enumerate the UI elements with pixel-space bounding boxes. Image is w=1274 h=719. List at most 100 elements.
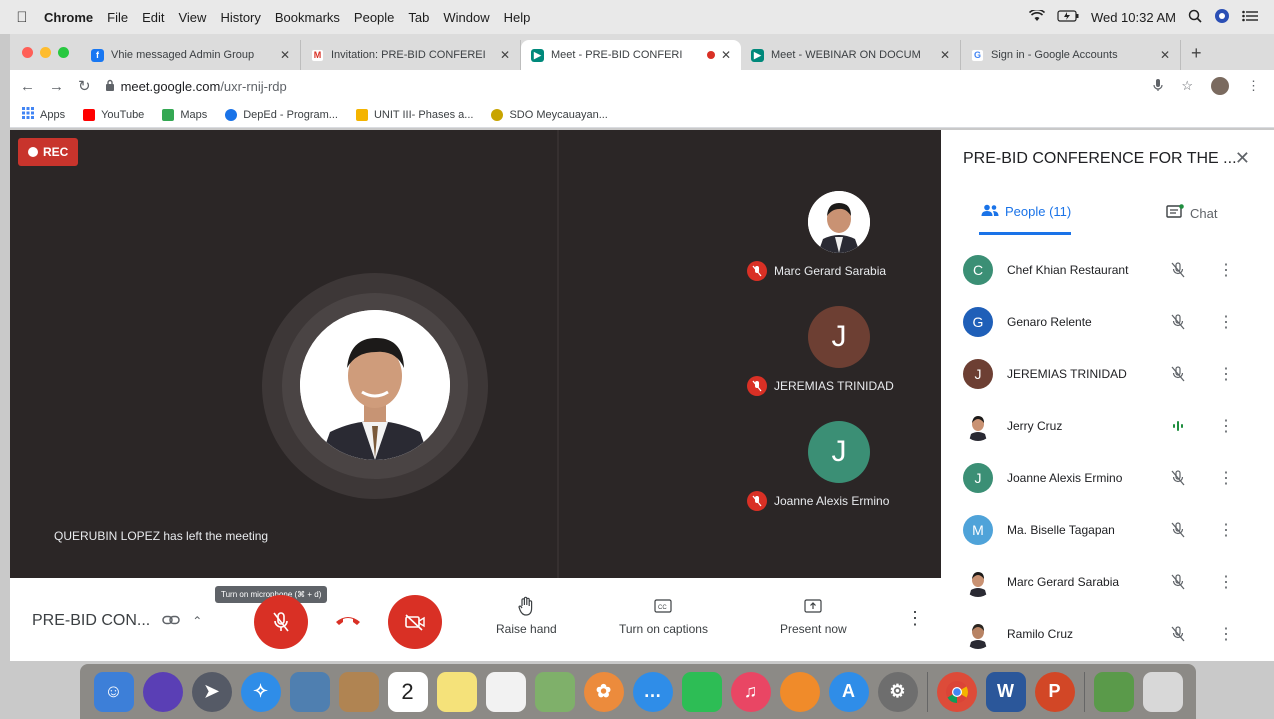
wifi-icon[interactable] xyxy=(1028,8,1045,25)
preview-icon[interactable] xyxy=(289,671,330,712)
raise-hand-button[interactable]: Raise hand xyxy=(496,596,557,636)
word-icon[interactable]: W xyxy=(985,671,1026,712)
notification-center-icon[interactable] xyxy=(1242,10,1258,25)
more-options-icon[interactable]: ⋮ xyxy=(906,608,924,629)
participant-row[interactable]: M Ma. Biselle Tagapan ⋮ xyxy=(963,510,1253,550)
bookmark-youtube[interactable]: YouTube xyxy=(83,108,144,121)
menu-tab[interactable]: Tab xyxy=(408,10,429,25)
close-window-button[interactable] xyxy=(22,47,33,58)
mic-off-icon[interactable] xyxy=(1168,260,1188,280)
mic-off-icon[interactable] xyxy=(1168,572,1188,592)
chrome-menu-icon[interactable]: ⋮ xyxy=(1247,78,1260,94)
captions-button[interactable]: CC Turn on captions xyxy=(619,596,708,636)
participant-tile-avatar[interactable] xyxy=(808,191,870,253)
new-tab-button[interactable]: + xyxy=(1181,43,1212,70)
launchpad-icon[interactable]: ➤ xyxy=(191,671,232,712)
finder-icon[interactable]: ☺ xyxy=(93,671,134,712)
menu-file[interactable]: File xyxy=(107,10,128,25)
back-arrow-icon[interactable]: ← xyxy=(20,78,35,95)
close-tab-icon[interactable]: ✕ xyxy=(280,48,290,62)
safari-icon[interactable]: ✧ xyxy=(240,671,281,712)
participant-more-icon[interactable]: ⋮ xyxy=(1218,520,1234,540)
messages-icon[interactable]: … xyxy=(632,671,673,712)
chrome-icon[interactable] xyxy=(936,671,977,712)
system-preferences-icon[interactable]: ⚙ xyxy=(877,671,918,712)
participant-tile-avatar[interactable]: J xyxy=(808,306,870,368)
reload-icon[interactable]: ↻ xyxy=(78,77,91,95)
active-speaker-photo[interactable] xyxy=(300,310,450,460)
minimize-window-button[interactable] xyxy=(40,47,51,58)
app-store-icon[interactable]: A xyxy=(828,671,869,712)
powerpoint-icon[interactable]: P xyxy=(1034,671,1075,712)
close-tab-icon[interactable]: ✕ xyxy=(940,48,950,62)
mic-off-icon[interactable] xyxy=(1168,624,1188,644)
menu-history[interactable]: History xyxy=(220,10,260,25)
tab-people[interactable]: People (11) xyxy=(981,204,1071,219)
participant-row[interactable]: J Joanne Alexis Ermino ⋮ xyxy=(963,458,1253,498)
participant-row[interactable]: J JEREMIAS TRINIDAD ⋮ xyxy=(963,354,1253,394)
close-panel-icon[interactable]: ✕ xyxy=(1235,148,1250,169)
notes-icon[interactable] xyxy=(436,671,477,712)
bookmark-star-icon[interactable]: ☆ xyxy=(1181,78,1193,94)
participant-more-icon[interactable]: ⋮ xyxy=(1218,572,1234,592)
bookmark-unit-iii[interactable]: UNIT III- Phases a... xyxy=(355,108,473,121)
browser-tab[interactable]: ▶ Meet - WEBINAR ON DOCUM ✕ xyxy=(741,40,961,70)
menu-view[interactable]: View xyxy=(178,10,206,25)
participant-more-icon[interactable]: ⋮ xyxy=(1218,364,1234,384)
calendar-icon[interactable]: 2 xyxy=(387,671,428,712)
profile-avatar[interactable] xyxy=(1211,77,1229,95)
mic-off-icon[interactable] xyxy=(1168,312,1188,332)
microphone-in-use-icon[interactable] xyxy=(1153,78,1163,95)
participant-row[interactable]: Marc Gerard Sarabia ⋮ xyxy=(963,562,1253,602)
participant-tile-avatar[interactable]: J xyxy=(808,421,870,483)
trash-icon[interactable] xyxy=(1142,671,1183,712)
contacts-icon[interactable] xyxy=(338,671,379,712)
menu-bookmarks[interactable]: Bookmarks xyxy=(275,10,340,25)
participant-more-icon[interactable]: ⋮ xyxy=(1218,624,1234,644)
photos-icon[interactable]: ✿ xyxy=(583,671,624,712)
participant-more-icon[interactable]: ⋮ xyxy=(1218,416,1234,436)
menu-people[interactable]: People xyxy=(354,10,394,25)
mic-off-icon[interactable] xyxy=(1168,364,1188,384)
bookmark-deped[interactable]: DepEd - Program... xyxy=(225,108,338,121)
close-tab-icon[interactable]: ✕ xyxy=(500,48,510,62)
participant-row[interactable]: Ramilo Cruz ⋮ xyxy=(963,614,1253,654)
participant-row[interactable]: Jerry Cruz ⋮ xyxy=(963,406,1253,446)
browser-tab-active[interactable]: ▶ Meet - PRE-BID CONFERI ✕ xyxy=(521,40,741,70)
zoom-window-button[interactable] xyxy=(58,47,69,58)
books-icon[interactable] xyxy=(779,671,820,712)
present-now-button[interactable]: Present now xyxy=(780,596,847,636)
microphone-toggle-button[interactable] xyxy=(254,595,308,649)
bookmark-apps[interactable]: Apps xyxy=(22,107,65,122)
battery-icon[interactable] xyxy=(1057,9,1079,25)
tab-chat[interactable]: Chat xyxy=(1166,204,1217,223)
apple-icon[interactable]:  xyxy=(0,9,44,26)
siri-icon[interactable] xyxy=(142,671,183,712)
meeting-details-button[interactable]: PRE-BID CON... ⌃ xyxy=(32,612,202,630)
participant-more-icon[interactable]: ⋮ xyxy=(1218,312,1234,332)
participant-more-icon[interactable]: ⋮ xyxy=(1218,260,1234,280)
maps-icon[interactable] xyxy=(534,671,575,712)
siri-icon[interactable] xyxy=(1214,8,1230,27)
mic-off-icon[interactable] xyxy=(1168,520,1188,540)
forward-arrow-icon[interactable]: → xyxy=(49,78,64,95)
menu-app-name[interactable]: Chrome xyxy=(44,10,93,25)
leave-call-button[interactable] xyxy=(328,606,368,634)
downloads-folder-icon[interactable] xyxy=(1093,671,1134,712)
menu-edit[interactable]: Edit xyxy=(142,10,164,25)
browser-tab[interactable]: f Vhie messaged Admin Group ✕ xyxy=(81,40,301,70)
participant-row[interactable]: G Genaro Relente ⋮ xyxy=(963,302,1253,342)
browser-tab[interactable]: M Invitation: PRE-BID CONFEREI ✕ xyxy=(301,40,521,70)
spotlight-search-icon[interactable] xyxy=(1188,9,1202,26)
participant-row[interactable]: C Chef Khian Restaurant ⋮ xyxy=(963,250,1253,290)
mic-off-icon[interactable] xyxy=(1168,468,1188,488)
music-icon[interactable]: ♫ xyxy=(730,671,771,712)
browser-tab[interactable]: G Sign in - Google Accounts ✕ xyxy=(961,40,1181,70)
menubar-clock[interactable]: Wed 10:32 AM xyxy=(1091,10,1176,25)
url-input[interactable]: meet.google.com/uxr-rnij-rdp xyxy=(121,79,287,94)
camera-toggle-button[interactable] xyxy=(388,595,442,649)
bookmark-maps[interactable]: Maps xyxy=(162,108,207,121)
reminders-icon[interactable] xyxy=(485,671,526,712)
menu-window[interactable]: Window xyxy=(443,10,489,25)
bookmark-sdo[interactable]: SDO Meycauayan... xyxy=(491,108,608,121)
